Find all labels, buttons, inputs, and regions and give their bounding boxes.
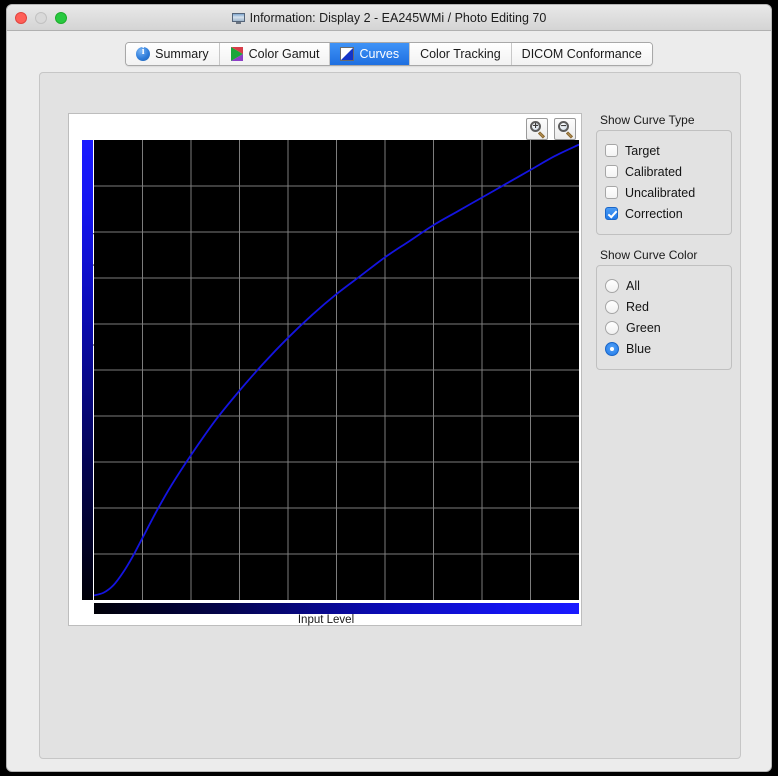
radio-blue-label: Blue <box>626 341 652 356</box>
radio-row-blue[interactable]: Blue <box>605 338 723 359</box>
content-panel: + − Output Luminance (cd/m²) <box>39 72 741 759</box>
tab-color-gamut[interactable]: Color Gamut <box>219 43 331 65</box>
tab-summary-label: Summary <box>155 47 209 61</box>
curve-square-icon <box>340 47 355 61</box>
window-titlebar[interactable]: Information: Display 2 - EA245WMi / Phot… <box>7 5 771 31</box>
checkbox-target[interactable] <box>605 144 618 157</box>
curve-type-group-title: Show Curve Type <box>600 113 695 127</box>
x-axis-label: Input Level <box>297 614 355 626</box>
tab-curves[interactable]: Curves <box>330 43 411 65</box>
radio-green[interactable] <box>605 320 619 335</box>
information-window: Information: Display 2 - EA245WMi / Phot… <box>6 4 772 772</box>
curve-type-group: Target Calibrated Uncalibrated Correctio… <box>596 130 732 235</box>
radio-green-label: Green <box>626 320 661 335</box>
x-axis-gradient-bar <box>94 603 579 614</box>
radio-red-label: Red <box>626 299 649 314</box>
radio-row-green[interactable]: Green <box>605 317 723 338</box>
y-axis-gradient-bar <box>82 140 93 600</box>
radio-all-label: All <box>626 278 640 293</box>
checkbox-target-label: Target <box>625 143 660 158</box>
window-title: Information: Display 2 - EA245WMi / Phot… <box>7 5 771 31</box>
checkbox-row-correction[interactable]: Correction <box>605 203 723 224</box>
tab-color-tracking-label: Color Tracking <box>420 47 501 61</box>
plot-area: Output Luminance (cd/m²) Input Level <box>69 114 583 627</box>
tab-summary[interactable]: Summary <box>126 43 220 65</box>
tab-color-gamut-label: Color Gamut <box>248 47 320 61</box>
radio-red[interactable] <box>605 299 619 314</box>
tab-curves-label: Curves <box>359 47 400 61</box>
curves-plot[interactable] <box>94 140 579 600</box>
color-triangle-icon <box>230 47 244 61</box>
tab-color-tracking[interactable]: Color Tracking <box>410 43 512 65</box>
curves-chart-card: + − Output Luminance (cd/m²) <box>68 113 582 626</box>
checkbox-correction-label: Correction <box>625 206 683 221</box>
checkbox-calibrated-label: Calibrated <box>625 164 682 179</box>
checkbox-uncalibrated[interactable] <box>605 186 618 199</box>
tab-group: Summary Color Gamut Curves Color Trackin… <box>125 42 653 66</box>
radio-all[interactable] <box>605 278 619 293</box>
window-title-text: Information: Display 2 - EA245WMi / Phot… <box>249 11 547 25</box>
checkbox-correction[interactable] <box>605 207 618 220</box>
chart-options-sidebar: Show Curve Type Target Calibrated Uncali… <box>596 113 732 370</box>
info-circle-icon <box>136 46 151 61</box>
radio-row-all[interactable]: All <box>605 275 723 296</box>
checkbox-uncalibrated-label: Uncalibrated <box>625 185 696 200</box>
radio-row-red[interactable]: Red <box>605 296 723 317</box>
tab-bar: Summary Color Gamut Curves Color Trackin… <box>7 42 771 66</box>
checkbox-row-uncalibrated[interactable]: Uncalibrated <box>605 182 723 203</box>
curve-color-group-title: Show Curve Color <box>600 248 698 262</box>
curve-color-group: All Red Green Blue <box>596 265 732 370</box>
tab-dicom-conformance[interactable]: DICOM Conformance <box>511 43 652 65</box>
checkbox-calibrated[interactable] <box>605 165 618 178</box>
radio-blue[interactable] <box>605 341 619 356</box>
checkbox-row-target[interactable]: Target <box>605 140 723 161</box>
tab-dicom-conformance-label: DICOM Conformance <box>521 47 642 61</box>
checkbox-row-calibrated[interactable]: Calibrated <box>605 161 723 182</box>
window-body: Summary Color Gamut Curves Color Trackin… <box>7 31 771 771</box>
monitor-icon <box>231 12 245 24</box>
